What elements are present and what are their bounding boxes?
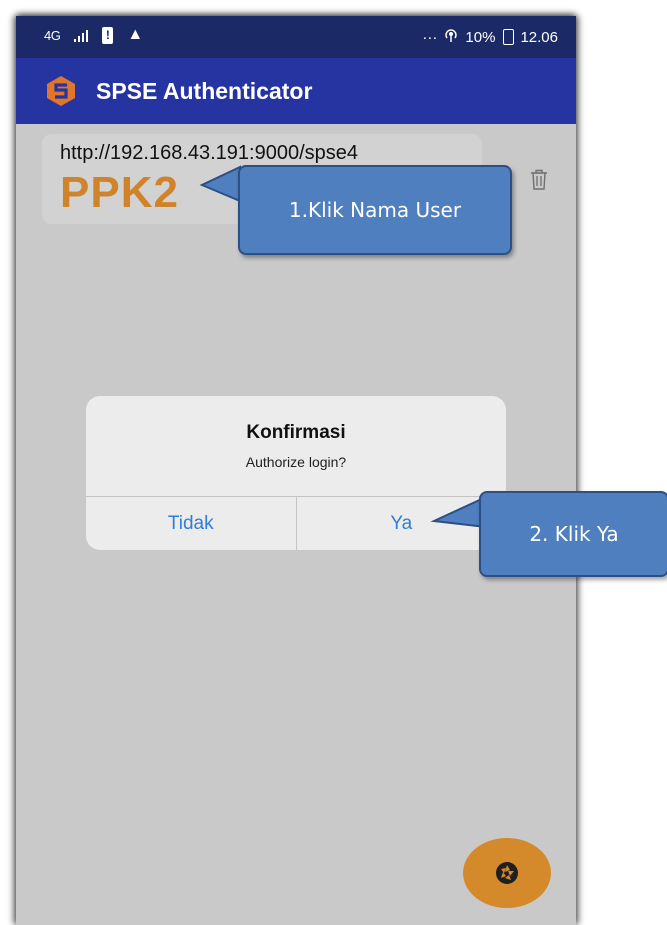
- signal-bars-icon: [74, 28, 89, 42]
- battery-level: 10%: [465, 28, 496, 46]
- callout-1-text: 1.Klik Nama User: [288, 198, 462, 222]
- status-bar: 4G ▲ ··· 10% 12.06: [16, 16, 576, 58]
- spse-logo-icon: [47, 76, 75, 106]
- warning-icon: ▲: [127, 26, 144, 43]
- dialog-message: Authorize login?: [245, 454, 347, 470]
- app-bar: SPSE Authenticator: [16, 58, 576, 124]
- scan-fab-button[interactable]: [463, 838, 551, 908]
- callout-1: 1.Klik Nama User: [238, 165, 512, 255]
- network-type: 4G: [44, 27, 61, 43]
- ellipsis-icon: ···: [422, 28, 438, 46]
- camera-shutter-icon: [496, 862, 518, 884]
- clock: 12.06: [520, 28, 558, 46]
- hotspot-icon: [443, 27, 459, 47]
- callout-2: 2. Klik Ya: [479, 491, 667, 577]
- callout-2-text: 2. Klik Ya: [529, 522, 619, 546]
- app-title: SPSE Authenticator: [96, 77, 313, 104]
- phone-screen: 4G ▲ ··· 10% 12.06 SPSE Authenticator ht…: [16, 16, 576, 925]
- user-name[interactable]: PPK2: [60, 168, 179, 218]
- battery-alert-icon: [102, 26, 114, 44]
- dialog-title: Konfirmasi: [246, 422, 346, 443]
- cancel-button[interactable]: Tidak: [86, 497, 297, 550]
- trash-icon[interactable]: [528, 168, 550, 192]
- server-url: http://192.168.43.191:9000/spse4: [60, 142, 359, 164]
- battery-icon: [503, 29, 515, 45]
